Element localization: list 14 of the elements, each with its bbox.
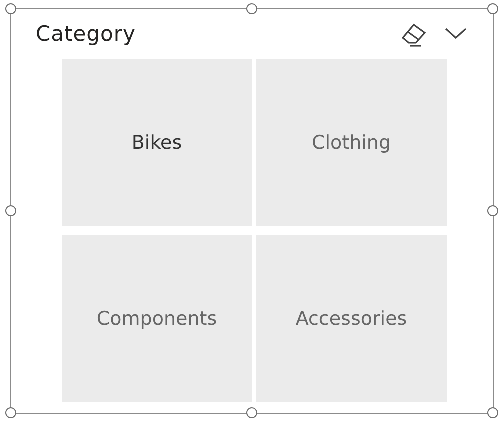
category-tile[interactable]: Bikes [62, 59, 252, 226]
resize-handle[interactable] [246, 4, 258, 14]
resize-handle[interactable] [6, 4, 16, 14]
resize-handle[interactable] [6, 206, 16, 216]
category-tile[interactable]: Clothing [256, 59, 447, 226]
category-tile[interactable]: Accessories [256, 235, 447, 402]
resize-handle[interactable] [488, 4, 498, 14]
chevron-down-icon[interactable] [445, 28, 467, 40]
resize-handle[interactable] [6, 408, 16, 418]
resize-handle[interactable] [246, 408, 258, 418]
resize-handle[interactable] [488, 408, 498, 418]
category-tile[interactable]: Components [62, 235, 252, 402]
resize-handle[interactable] [488, 206, 498, 216]
slicer-title: Category [36, 22, 137, 46]
